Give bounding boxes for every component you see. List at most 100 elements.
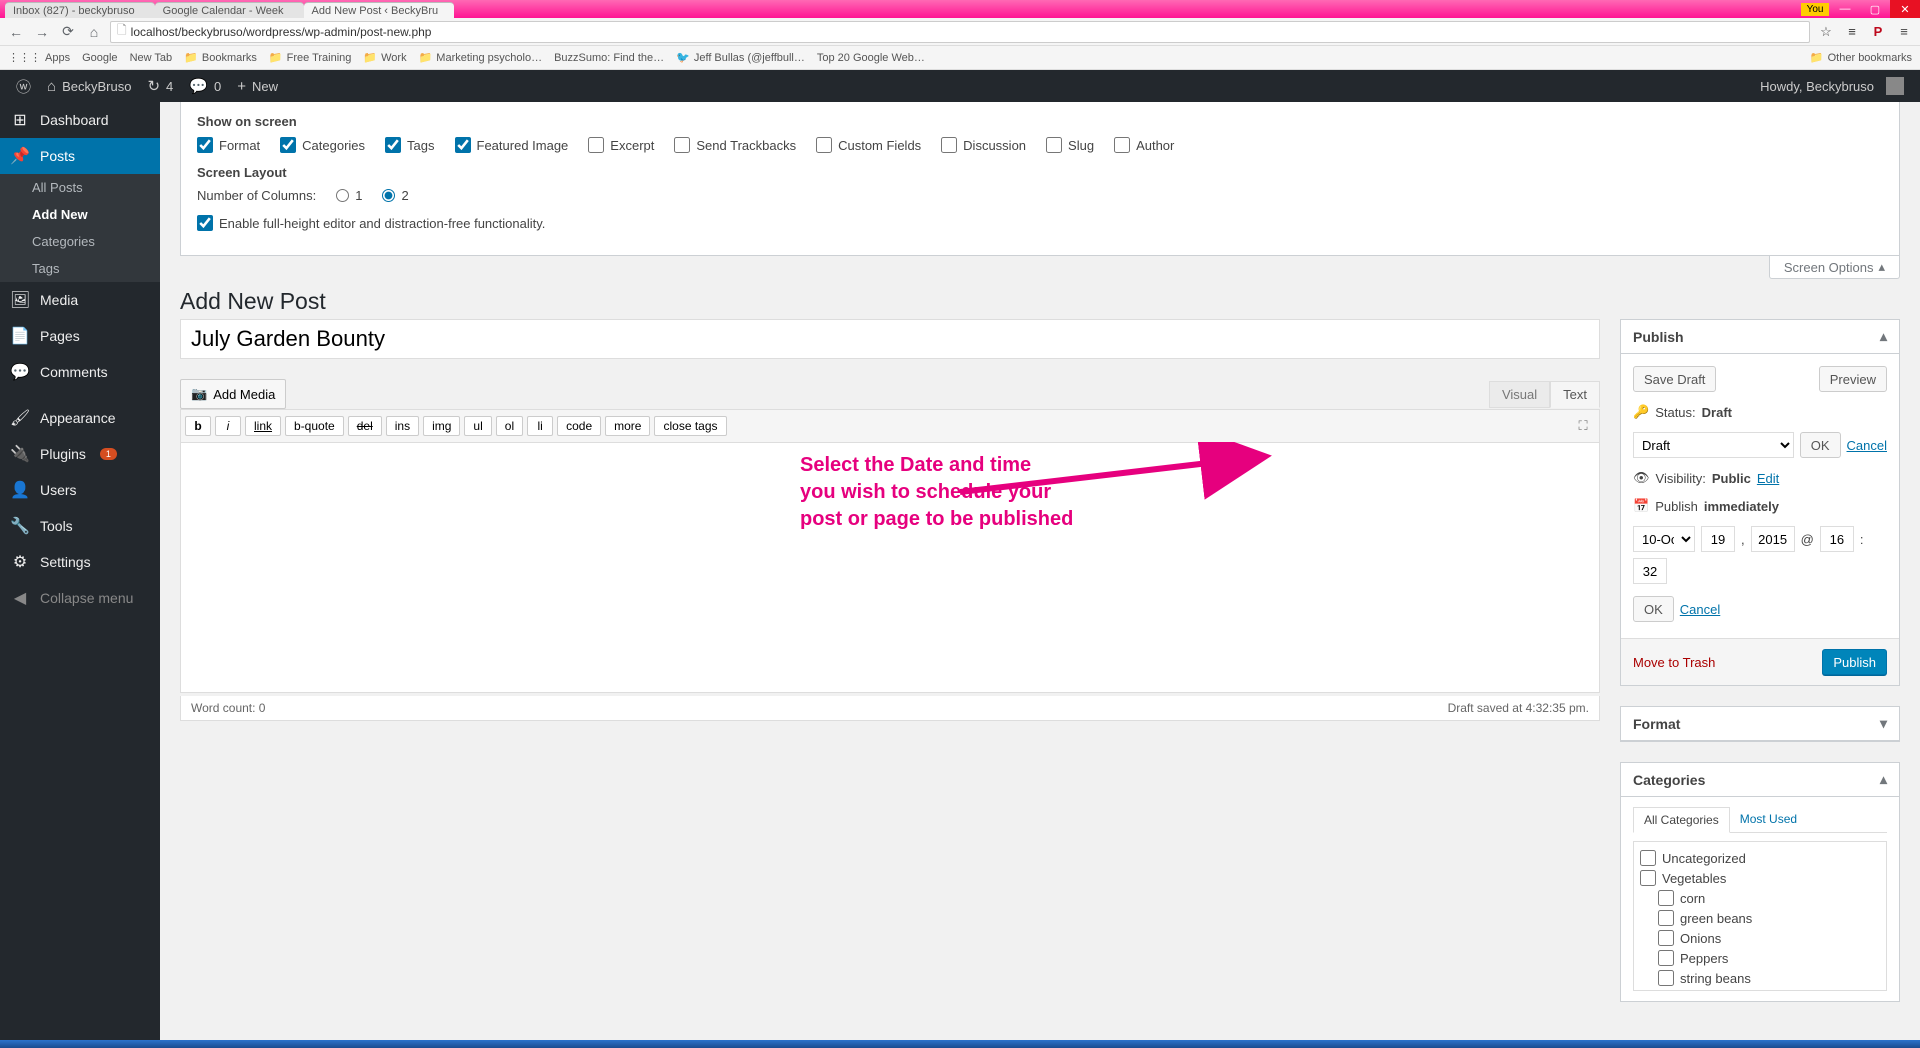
- bookmark-apps[interactable]: ⋮⋮⋮ Apps: [8, 51, 70, 64]
- post-title-input[interactable]: [180, 319, 1600, 359]
- add-media-button[interactable]: 📷Add Media: [180, 379, 286, 409]
- screen-option-check[interactable]: Custom Fields: [816, 137, 921, 153]
- day-input[interactable]: [1701, 526, 1735, 552]
- category-item[interactable]: Uncategorized: [1640, 848, 1880, 868]
- screen-option-check[interactable]: Slug: [1046, 137, 1094, 153]
- menu-media[interactable]: 🖼Media: [0, 282, 160, 318]
- screen-option-check[interactable]: Tags: [385, 137, 434, 153]
- quicktag-button[interactable]: ins: [386, 416, 419, 436]
- menu-posts[interactable]: 📌Posts: [0, 138, 160, 174]
- bookmark-folder[interactable]: 📁Marketing psycholo…: [419, 51, 542, 64]
- columns-radio-2[interactable]: 2: [382, 188, 408, 203]
- category-item[interactable]: Vegetables: [1640, 868, 1880, 888]
- screen-option-check[interactable]: Format: [197, 137, 260, 153]
- visibility-edit-link[interactable]: Edit: [1757, 471, 1779, 486]
- menu-comments[interactable]: 💬Comments: [0, 354, 160, 390]
- quicktag-button[interactable]: code: [557, 416, 601, 436]
- chevron-up-icon[interactable]: ▴: [1880, 771, 1887, 788]
- chevron-up-icon[interactable]: ▴: [1880, 328, 1887, 345]
- menu-pages[interactable]: 📄Pages: [0, 318, 160, 354]
- window-minimize[interactable]: —: [1830, 0, 1860, 18]
- category-item[interactable]: Peppers: [1658, 948, 1880, 968]
- site-name[interactable]: ⌂BeckyBruso: [39, 78, 139, 95]
- tab-all-categories[interactable]: All Categories: [1633, 807, 1730, 833]
- category-item[interactable]: string beans: [1658, 968, 1880, 988]
- tab-visual[interactable]: Visual: [1489, 381, 1550, 408]
- tab-text[interactable]: Text: [1550, 381, 1600, 408]
- bookmark-item[interactable]: New Tab: [130, 52, 173, 64]
- bookmark-folder[interactable]: 📁Free Training: [269, 51, 352, 64]
- publish-button[interactable]: Publish: [1822, 649, 1887, 675]
- window-close[interactable]: ✕: [1890, 0, 1920, 18]
- window-maximize[interactable]: ▢: [1860, 0, 1890, 18]
- content-textarea[interactable]: [180, 443, 1600, 693]
- account-link[interactable]: Howdy, Beckybruso: [1752, 77, 1912, 95]
- minute-input[interactable]: [1633, 558, 1667, 584]
- windows-taskbar[interactable]: [0, 1040, 1920, 1048]
- preview-button[interactable]: Preview: [1819, 366, 1887, 392]
- category-item[interactable]: Onions: [1658, 928, 1880, 948]
- month-select[interactable]: 10-Oct: [1633, 526, 1695, 552]
- menu-dashboard[interactable]: ⊞Dashboard: [0, 102, 160, 138]
- bookmark-folder[interactable]: 📁Work: [363, 51, 406, 64]
- star-icon[interactable]: ☆: [1816, 24, 1836, 40]
- submenu-add-new[interactable]: Add New: [0, 201, 160, 228]
- screen-option-check[interactable]: Categories: [280, 137, 365, 153]
- bookmark-item[interactable]: Google: [82, 52, 117, 64]
- menu-tools[interactable]: 🔧Tools: [0, 508, 160, 544]
- menu-settings[interactable]: ⚙Settings: [0, 544, 160, 580]
- year-input[interactable]: [1751, 526, 1795, 552]
- hour-input[interactable]: [1820, 526, 1854, 552]
- status-ok-button[interactable]: OK: [1800, 432, 1841, 458]
- quicktag-button[interactable]: img: [423, 416, 460, 436]
- tab-most-used[interactable]: Most Used: [1730, 807, 1807, 832]
- new-link[interactable]: +New: [229, 78, 286, 95]
- nav-reload-icon[interactable]: ⟳: [58, 22, 78, 42]
- chevron-down-icon[interactable]: ▾: [1880, 715, 1887, 732]
- screen-options-tab[interactable]: Screen Options ▴: [1769, 256, 1900, 279]
- quicktag-button[interactable]: ol: [496, 416, 523, 436]
- menu-users[interactable]: 👤Users: [0, 472, 160, 508]
- category-item[interactable]: green beans: [1658, 908, 1880, 928]
- collapse-menu[interactable]: ◀Collapse menu: [0, 580, 160, 616]
- bookmark-folder[interactable]: 📁Bookmarks: [184, 51, 257, 64]
- bookmark-item[interactable]: 🐦Jeff Bullas (@jeffbull…: [676, 51, 805, 64]
- menu-plugins[interactable]: 🔌Plugins1: [0, 436, 160, 472]
- pinterest-icon[interactable]: P: [1868, 24, 1888, 39]
- nav-home-icon[interactable]: ⌂: [84, 22, 104, 42]
- quicktag-button[interactable]: link: [245, 416, 281, 436]
- quicktag-button[interactable]: b-quote: [285, 416, 344, 436]
- status-cancel-link[interactable]: Cancel: [1847, 438, 1887, 453]
- browser-tab[interactable]: Google Calendar - Week: [155, 2, 304, 18]
- submenu-categories[interactable]: Categories: [0, 228, 160, 255]
- menu-icon[interactable]: ≡: [1894, 24, 1914, 39]
- schedule-ok-button[interactable]: OK: [1633, 596, 1674, 622]
- category-item[interactable]: corn: [1658, 888, 1880, 908]
- screen-option-check[interactable]: Excerpt: [588, 137, 654, 153]
- quicktag-button[interactable]: ul: [464, 416, 491, 436]
- move-to-trash-link[interactable]: Move to Trash: [1633, 655, 1715, 670]
- fullheight-check[interactable]: Enable full-height editor and distractio…: [197, 215, 545, 231]
- browser-tab[interactable]: Inbox (827) - beckybruso: [5, 2, 155, 18]
- submenu-tags[interactable]: Tags: [0, 255, 160, 282]
- updates-link[interactable]: ↻4: [139, 77, 181, 95]
- menu-appearance[interactable]: 🖌Appearance: [0, 400, 160, 436]
- url-input[interactable]: 🗋localhost/beckybruso/wordpress/wp-admin…: [110, 21, 1810, 43]
- bookmark-item[interactable]: Top 20 Google Web…: [817, 52, 925, 64]
- buffer-icon[interactable]: ≡: [1842, 24, 1862, 39]
- save-draft-button[interactable]: Save Draft: [1633, 366, 1716, 392]
- nav-forward-icon[interactable]: →: [32, 22, 52, 42]
- screen-option-check[interactable]: Send Trackbacks: [674, 137, 796, 153]
- comments-link[interactable]: 💬0: [181, 77, 229, 95]
- bookmark-item[interactable]: BuzzSumo: Find the…: [554, 52, 664, 64]
- schedule-cancel-link[interactable]: Cancel: [1680, 602, 1720, 617]
- status-select[interactable]: Draft: [1633, 432, 1794, 458]
- quicktag-button[interactable]: b: [185, 416, 211, 436]
- screen-option-check[interactable]: Featured Image: [455, 137, 569, 153]
- quicktag-button[interactable]: i: [215, 416, 241, 436]
- other-bookmarks[interactable]: 📁Other bookmarks: [1810, 51, 1912, 64]
- quicktag-button[interactable]: li: [527, 416, 553, 436]
- screen-option-check[interactable]: Author: [1114, 137, 1174, 153]
- category-item[interactable]: tomatoes: [1658, 988, 1880, 991]
- quicktag-button[interactable]: del: [348, 416, 382, 436]
